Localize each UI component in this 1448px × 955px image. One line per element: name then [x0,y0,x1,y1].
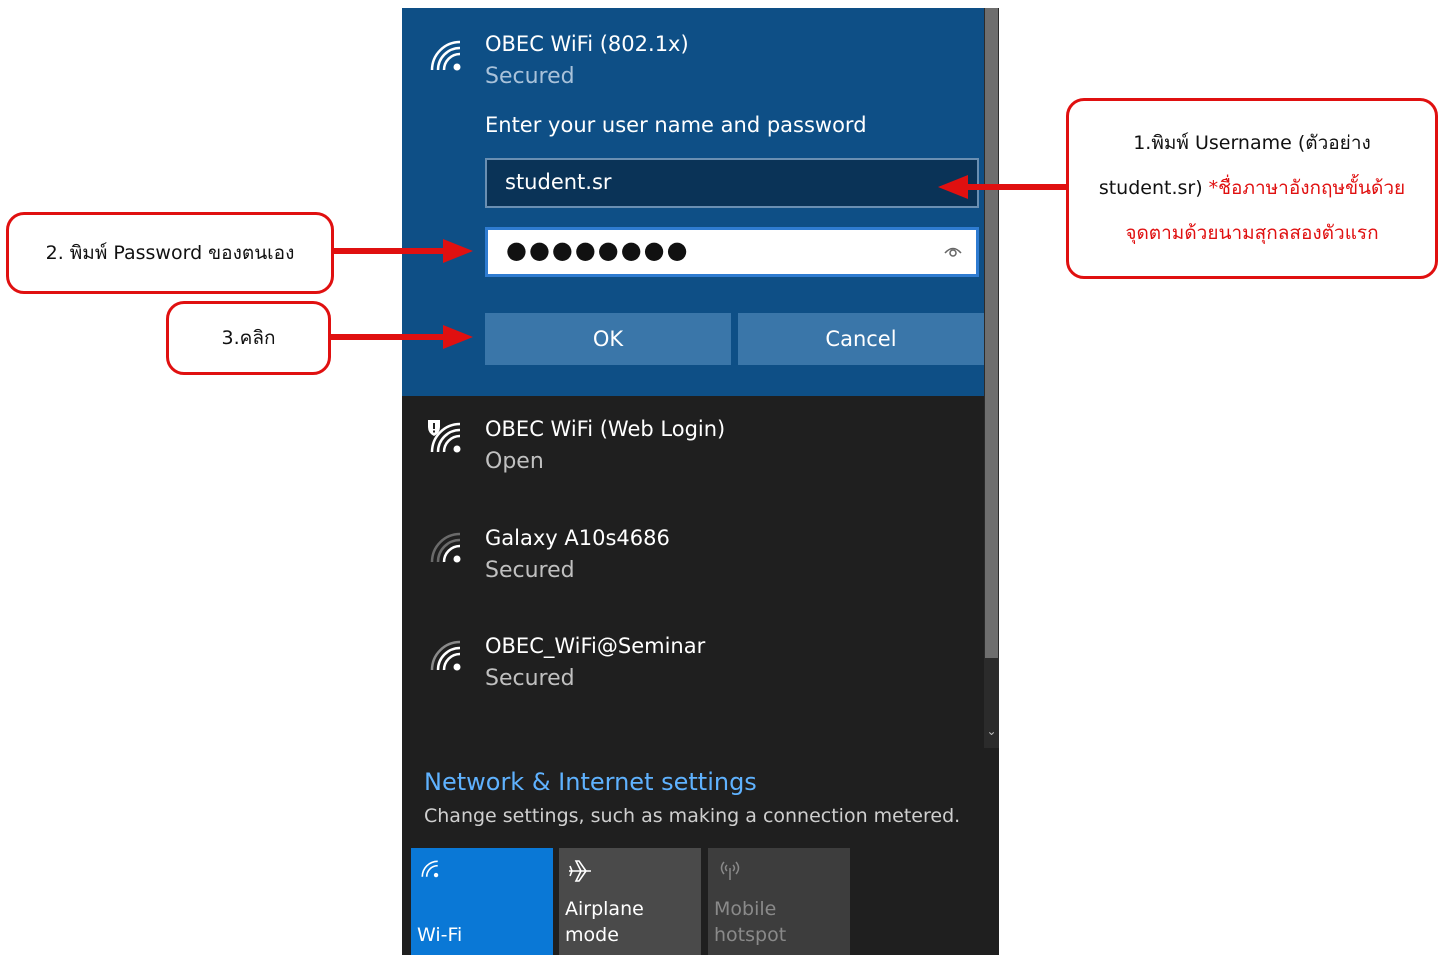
arrow-to-username [938,175,1066,199]
annotation-arrows [331,175,1066,349]
arrow-to-password [334,239,473,263]
arrow-to-ok [331,325,473,349]
